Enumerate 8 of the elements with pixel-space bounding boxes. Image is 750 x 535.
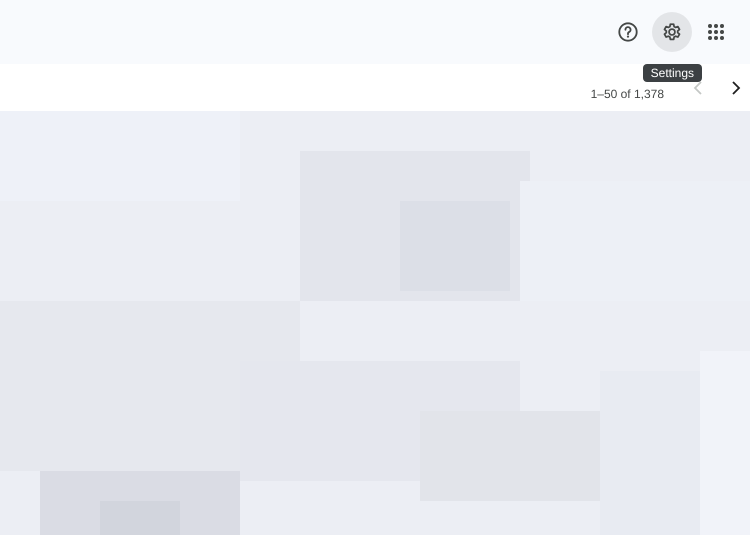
settings-icon xyxy=(661,21,683,43)
help-icon xyxy=(617,21,639,43)
chevron-right-icon xyxy=(731,80,741,94)
chevron-left-icon xyxy=(693,80,703,94)
page-range: 1–50 of 1,378 xyxy=(590,86,664,100)
settings-button[interactable] xyxy=(652,12,692,52)
grid-icon xyxy=(707,23,725,41)
tooltip: Settings xyxy=(642,64,702,82)
